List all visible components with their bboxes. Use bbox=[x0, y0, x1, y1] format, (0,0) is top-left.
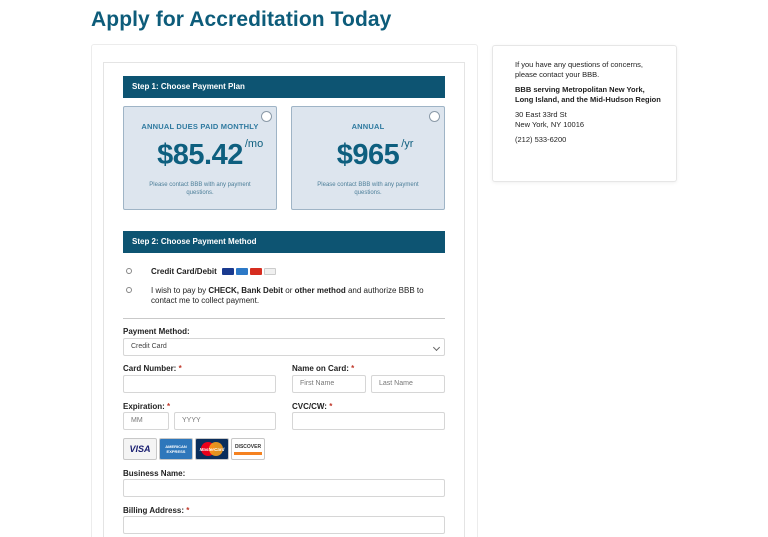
visa-icon: VISA bbox=[123, 438, 157, 460]
credit-card-radio[interactable] bbox=[126, 268, 132, 274]
business-name-label: Business Name: bbox=[123, 469, 186, 478]
mastercard-icon bbox=[250, 268, 262, 275]
contact-card: If you have any questions of concerns, p… bbox=[492, 45, 677, 182]
card-number-label: Card Number: * bbox=[123, 364, 182, 373]
business-name-input[interactable] bbox=[123, 479, 445, 497]
plan-unit: /yr bbox=[401, 138, 414, 150]
expiration-month-input[interactable]: MM bbox=[123, 412, 169, 430]
credit-card-option-label: Credit Card/Debit bbox=[151, 267, 217, 276]
amex-icon bbox=[236, 268, 248, 275]
address-line-1: 30 East 33rd St bbox=[515, 110, 567, 119]
plan-annual-radio[interactable] bbox=[429, 111, 440, 122]
discover-icon: DISCOVER bbox=[231, 438, 265, 460]
plan-note: Please contact BBB with any payment ques… bbox=[149, 182, 251, 196]
step2-header: Step 2: Choose Payment Method bbox=[123, 231, 445, 253]
plan-monthly-radio[interactable] bbox=[261, 111, 272, 122]
plan-name: ANNUAL bbox=[351, 122, 385, 131]
phone-number[interactable]: (212) 533-6200 bbox=[515, 135, 664, 145]
plan-price: $965 bbox=[336, 139, 400, 171]
plan-card-monthly[interactable]: ANNUAL DUES PAID MONTHLY $85.42/mo Pleas… bbox=[123, 106, 277, 210]
divider bbox=[123, 318, 445, 319]
first-name-input[interactable]: First Name bbox=[292, 375, 366, 393]
expiration-label: Expiration: * bbox=[123, 402, 171, 411]
other-method-option-label: I wish to pay by CHECK, Bank Debit or ot… bbox=[151, 286, 424, 305]
address-line-2: New York, NY 10016 bbox=[515, 119, 585, 129]
plan-card-annual[interactable]: ANNUAL $965/yr Please contact BBB with a… bbox=[291, 106, 445, 210]
plan-note: Please contact BBB with any payment ques… bbox=[317, 182, 419, 196]
card-logos-small bbox=[222, 268, 276, 275]
expiration-year-input[interactable]: YYYY bbox=[174, 412, 276, 430]
payment-method-label: Payment Method: bbox=[123, 327, 190, 336]
last-name-input[interactable]: Last Name bbox=[371, 375, 445, 393]
cvc-label: CVC/CW: * bbox=[292, 402, 333, 411]
bbb-org-name: BBB serving Metropolitan New York, Long … bbox=[515, 85, 661, 104]
cvc-input[interactable] bbox=[292, 412, 445, 430]
plan-price: $85.42 bbox=[157, 139, 243, 171]
visa-icon bbox=[222, 268, 234, 275]
other-method-radio[interactable] bbox=[126, 287, 132, 293]
contact-intro: If you have any questions of concerns, p… bbox=[515, 60, 643, 79]
plan-unit: /mo bbox=[244, 138, 264, 150]
amex-icon: AMERICAN EXPRESS bbox=[159, 438, 193, 460]
svg-text:MasterCard: MasterCard bbox=[200, 447, 225, 452]
payment-method-select[interactable]: Credit Card bbox=[123, 338, 445, 356]
chevron-down-icon bbox=[432, 343, 441, 352]
discover-icon bbox=[264, 268, 276, 275]
plan-name: ANNUAL DUES PAID MONTHLY bbox=[141, 122, 259, 131]
page-title: Apply for Accreditation Today bbox=[91, 8, 392, 31]
billing-address-label: Billing Address: * bbox=[123, 506, 190, 515]
step1-header: Step 1: Choose Payment Plan bbox=[123, 76, 445, 98]
mastercard-icon: MasterCard bbox=[195, 438, 229, 460]
name-on-card-label: Name on Card: * bbox=[292, 364, 355, 373]
billing-address-input[interactable] bbox=[123, 516, 445, 534]
card-number-input[interactable] bbox=[123, 375, 276, 393]
